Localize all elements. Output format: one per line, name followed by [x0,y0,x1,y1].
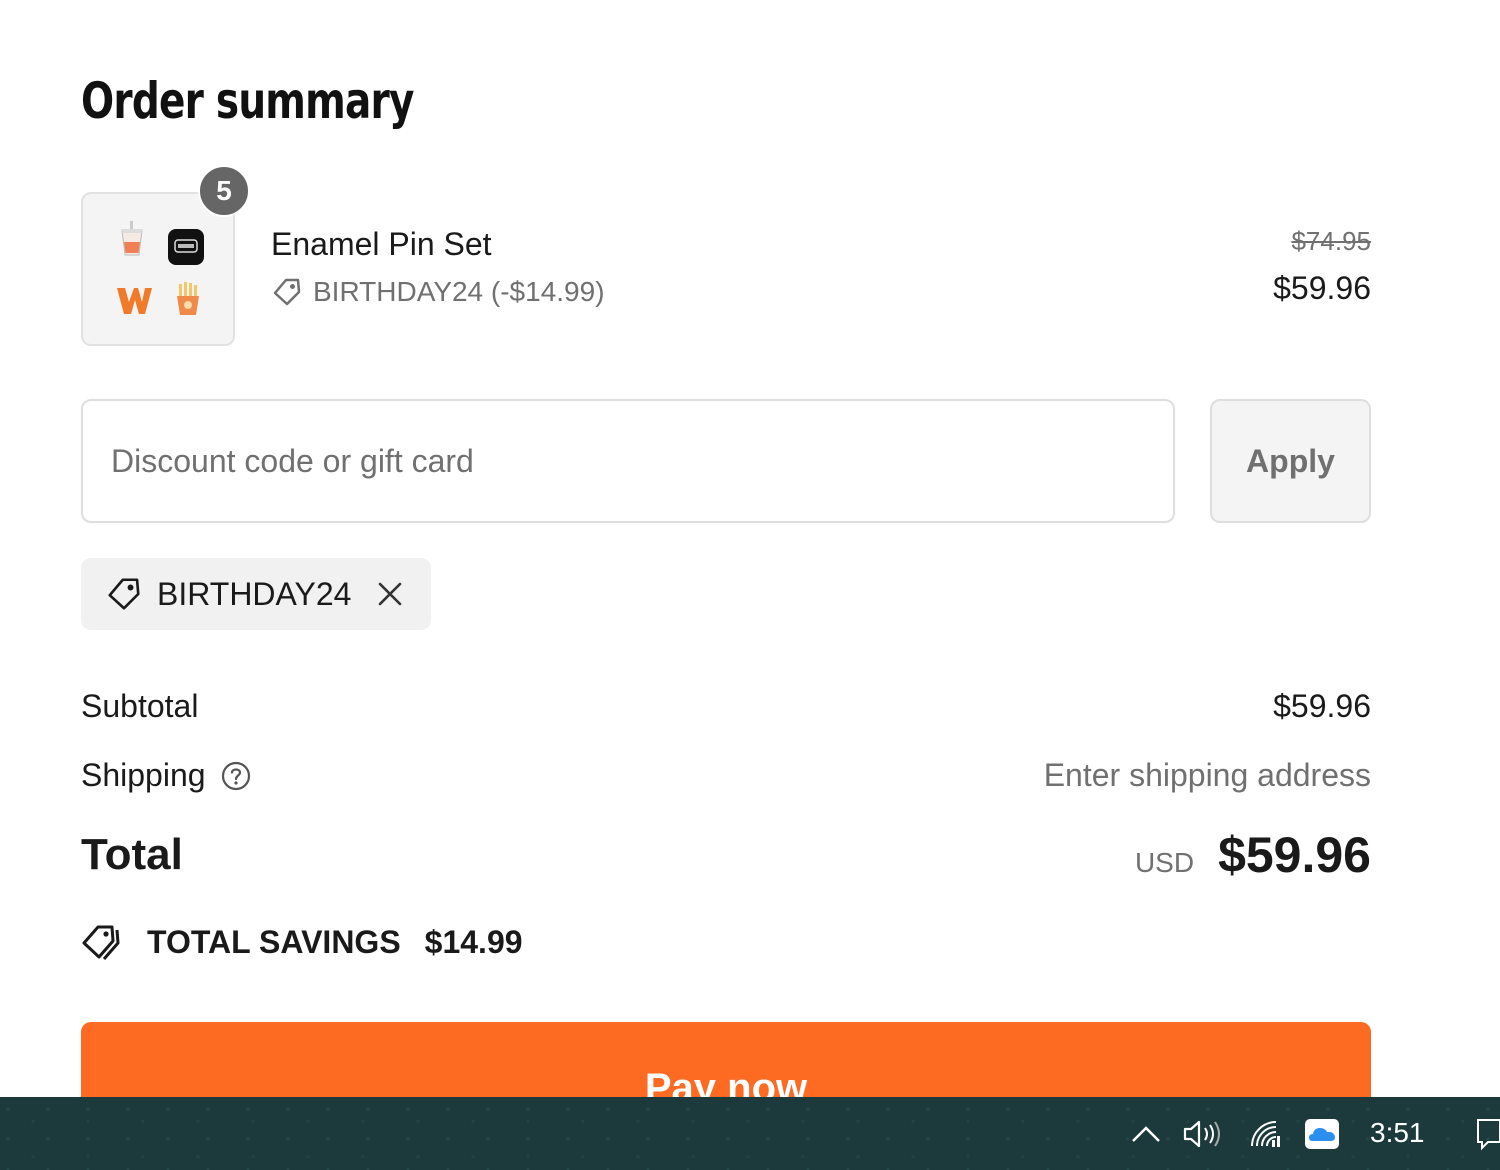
onedrive-button[interactable] [1302,1097,1342,1170]
wifi-icon [1251,1120,1280,1147]
applied-discount-code: BIRTHDAY24 [157,575,352,612]
fries-pin-icon [177,282,199,315]
network-button[interactable] [1246,1097,1286,1170]
savings-label: TOTAL SAVINGS [147,923,401,960]
total-value: $59.96 [1218,827,1371,883]
tag-icon [108,578,140,610]
discount-code-input[interactable] [81,399,1175,523]
w-logo-pin-icon [117,288,152,314]
subtotal-label: Subtotal [81,688,199,724]
subtotal-value: $59.96 [1273,688,1371,724]
shipping-label: Shipping [81,757,206,793]
product-name: Enamel Pin Set [271,226,492,262]
remove-discount-button[interactable] [375,579,405,609]
checkout-page: Order summary 5 Enamel Pin Set BIRTHDAY2… [0,0,1500,1170]
total-savings: TOTAL SAVINGS $14.99 [81,922,523,962]
tag-icon [273,278,301,306]
shipping-row-label: Shipping [81,757,252,794]
shipping-value: Enter shipping address [1043,757,1371,793]
savings-value: $14.99 [424,923,523,960]
help-icon[interactable] [220,760,252,792]
notification-button[interactable] [1470,1097,1500,1170]
tags-icon [82,925,120,960]
page-title: Order summary [81,72,414,130]
original-price: $74.95 [1291,226,1371,256]
total-amount: USD $59.96 [1135,826,1371,884]
item-discount-text: BIRTHDAY24 (-$14.99) [313,276,605,307]
windows-taskbar [0,1097,1500,1170]
product-thumbnail [81,192,235,346]
quantity-badge: 5 [198,165,250,217]
cup-pin-icon [121,221,143,256]
currency-code: USD [1134,847,1195,878]
total-label: Total [81,830,183,879]
chevron-up-icon [1132,1125,1160,1142]
volume-button[interactable] [1180,1097,1226,1170]
show-hidden-icons-button[interactable] [1126,1097,1166,1170]
applied-discount-tag: BIRTHDAY24 [81,558,432,630]
dark-square-pin-icon [168,229,204,265]
taskbar-clock[interactable]: 3:51 [1370,1117,1425,1149]
volume-icon [1183,1120,1220,1147]
apply-button[interactable]: Apply [1210,399,1371,523]
notification-icon [1477,1118,1500,1150]
item-discount-info: BIRTHDAY24 (-$14.99) [271,276,605,308]
close-icon [379,582,402,606]
current-price: $59.96 [1273,270,1371,306]
onedrive-cloud-icon [1305,1118,1339,1149]
